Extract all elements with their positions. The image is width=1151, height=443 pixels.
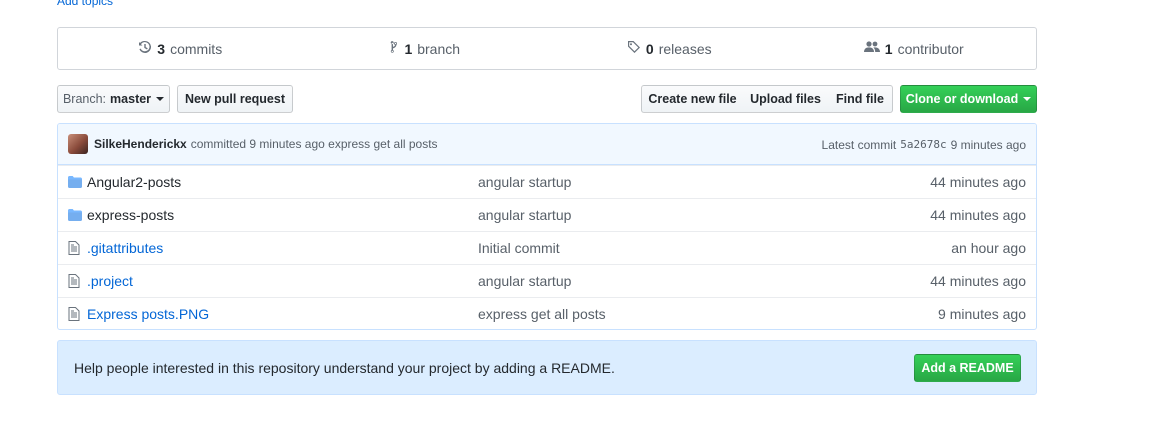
file-commit-message[interactable]: express get all posts bbox=[478, 306, 606, 322]
file-name-link[interactable]: Angular2-posts bbox=[87, 174, 181, 190]
folder-icon bbox=[68, 208, 82, 224]
readme-prompt: Help people interested in this repositor… bbox=[57, 340, 1037, 395]
table-row: .gitattributes Initial commit an hour ag… bbox=[58, 231, 1036, 264]
table-row: .project angular startup 44 minutes ago bbox=[58, 264, 1036, 297]
releases-label: releases bbox=[658, 40, 712, 57]
file-age: an hour ago bbox=[951, 240, 1026, 256]
branch-prefix: Branch: bbox=[62, 92, 107, 106]
readme-message: Help people interested in this repositor… bbox=[74, 359, 615, 376]
file-name-link[interactable]: .project bbox=[87, 273, 133, 289]
branches-count[interactable]: 1 branch bbox=[303, 28, 548, 69]
clone-or-download-button[interactable]: Clone or download bbox=[900, 85, 1037, 113]
people-icon bbox=[863, 40, 880, 57]
file-age: 44 minutes ago bbox=[930, 174, 1026, 190]
latest-commit-label: Latest commit bbox=[821, 137, 897, 152]
branch-select-button[interactable]: Branch: master bbox=[57, 85, 170, 113]
file-age: 44 minutes ago bbox=[930, 207, 1026, 223]
file-commit-message[interactable]: Initial commit bbox=[478, 240, 560, 256]
contributors-number: 1 bbox=[884, 40, 893, 57]
contributors-label: contributor bbox=[897, 40, 964, 57]
file-commit-message[interactable]: angular startup bbox=[478, 207, 571, 223]
file-icon bbox=[68, 307, 80, 324]
commits-label: commits bbox=[170, 40, 223, 57]
repo-summary: 3 commits 1 branch 0 releases 1 contribu… bbox=[57, 27, 1037, 70]
commit-action: committed bbox=[190, 137, 247, 151]
releases-number: 0 bbox=[645, 40, 654, 57]
file-name-link[interactable]: .gitattributes bbox=[87, 240, 163, 256]
commit-message-link[interactable]: express get all posts bbox=[328, 137, 437, 151]
file-commit-message[interactable]: angular startup bbox=[478, 174, 571, 190]
commits-number: 3 bbox=[157, 40, 166, 57]
commit-time: 9 minutes ago bbox=[249, 137, 325, 151]
branch-name: master bbox=[110, 92, 152, 106]
chevron-down-icon bbox=[1023, 97, 1032, 101]
file-age: 44 minutes ago bbox=[930, 273, 1026, 289]
commit-author-link[interactable]: SilkeHenderickx bbox=[94, 137, 187, 151]
table-row: Angular2-posts angular startup 44 minute… bbox=[58, 165, 1036, 198]
upload-files-button[interactable]: Upload files bbox=[743, 85, 829, 113]
releases-count[interactable]: 0 releases bbox=[547, 28, 792, 69]
branch-icon bbox=[389, 40, 399, 57]
find-file-button[interactable]: Find file bbox=[828, 85, 893, 113]
branches-label: branch bbox=[417, 40, 461, 57]
history-icon bbox=[138, 40, 152, 57]
chevron-down-icon bbox=[156, 97, 165, 101]
latest-commit-time: 9 minutes ago bbox=[950, 137, 1026, 152]
table-row: Express posts.PNG express get all posts … bbox=[58, 297, 1036, 329]
commit-sha-link[interactable]: 5a2678c bbox=[900, 138, 946, 151]
tag-icon bbox=[627, 40, 641, 57]
file-list: SilkeHenderickx committed 9 minutes ago … bbox=[57, 123, 1037, 330]
latest-commit-info: Latest commit 5a2678c 9 minutes ago bbox=[822, 124, 1026, 165]
file-name-link[interactable]: express-posts bbox=[87, 207, 174, 223]
file-age: 9 minutes ago bbox=[938, 306, 1026, 322]
commits-count[interactable]: 3 commits bbox=[58, 28, 303, 69]
file-commit-message[interactable]: angular startup bbox=[478, 273, 571, 289]
new-pull-request-button[interactable]: New pull request bbox=[177, 85, 293, 113]
add-readme-button[interactable]: Add a README bbox=[914, 354, 1021, 382]
avatar[interactable] bbox=[68, 134, 88, 154]
clone-or-download-label: Clone or download bbox=[905, 92, 1019, 106]
create-new-file-button[interactable]: Create new file bbox=[641, 85, 744, 113]
file-icon bbox=[68, 274, 80, 291]
contributors-count[interactable]: 1 contributor bbox=[792, 28, 1037, 69]
branches-number: 1 bbox=[404, 40, 413, 57]
table-row: express-posts angular startup 44 minutes… bbox=[58, 198, 1036, 231]
file-name-link[interactable]: Express posts.PNG bbox=[87, 306, 209, 322]
add-topics-link[interactable]: Add topics bbox=[57, 0, 113, 8]
file-icon bbox=[68, 241, 80, 258]
latest-commit-bar: SilkeHenderickx committed 9 minutes ago … bbox=[58, 124, 1036, 165]
folder-icon bbox=[68, 175, 82, 191]
